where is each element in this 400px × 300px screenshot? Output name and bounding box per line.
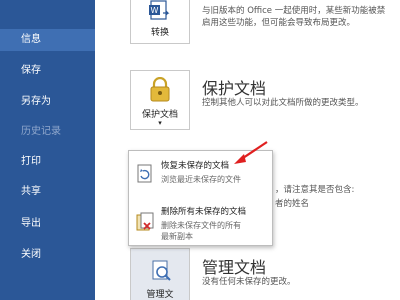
sidebar-item-info[interactable]: 信息 [0, 29, 95, 51]
delete-unsaved-documents-item[interactable]: 删除所有未保存的文档 删除未保存文件的所有 最新副本 [129, 201, 272, 245]
convert-desc-2: 启用这些功能，但可能会导致布局更改。 [202, 18, 356, 28]
sidebar-item-history[interactable]: 历史记录 [0, 121, 95, 143]
recover-document-icon [137, 164, 152, 183]
sidebar-item-save-as[interactable]: 另存为 [0, 91, 95, 113]
word-document-icon: W [149, 0, 170, 20]
delete-item-desc-1: 删除未保存文件的所有 [161, 221, 241, 230]
sidebar-item-export[interactable]: 导出 [0, 213, 95, 235]
delete-item-desc-2: 最新副本 [161, 232, 193, 241]
backstage-sidebar: 信息 保存 另存为 历史记录 打印 共享 导出 关闭 [0, 0, 95, 300]
manage-document-tile[interactable]: 管理文 [130, 248, 190, 300]
manage-desc: 没有任何未保存的更改。 [202, 277, 296, 287]
convert-label: 转换 [150, 28, 169, 38]
sidebar-item-save[interactable]: 保存 [0, 60, 95, 82]
inspect-desc-1: ，请注意其是否包含: [275, 185, 355, 195]
delete-item-title: 删除所有未保存的文档 [161, 207, 247, 217]
inspect-desc-2: 者的姓名 [275, 199, 310, 209]
manage-document-icon [152, 260, 171, 281]
delete-document-icon [136, 212, 154, 231]
manage-tile-label: 管理文 [146, 290, 174, 300]
sidebar-item-close[interactable]: 关闭 [0, 244, 95, 266]
chevron-down-icon: ▾ [158, 119, 162, 127]
recover-item-title: 恢复未保存的文档 [161, 161, 230, 171]
sidebar-item-print[interactable]: 打印 [0, 151, 95, 173]
convert-desc-1: 与旧版本的 Office 一起使用时，某些新功能被禁 [202, 6, 386, 16]
annotation-arrow [234, 141, 268, 164]
lock-icon [150, 77, 170, 102]
manage-title: 管理文档 [202, 258, 267, 277]
sidebar-item-share[interactable]: 共享 [0, 181, 95, 203]
protect-document-tile[interactable]: 保护文档 ▾ [130, 70, 190, 130]
protect-title: 保护文档 [202, 79, 267, 98]
protect-desc: 控制其他人可以对此文档所做的更改类型。 [202, 98, 364, 108]
recover-item-desc: 浏览最近未保存的文件 [161, 175, 241, 184]
convert-tile[interactable]: W 转换 [130, 0, 190, 44]
svg-text:W: W [151, 6, 159, 15]
